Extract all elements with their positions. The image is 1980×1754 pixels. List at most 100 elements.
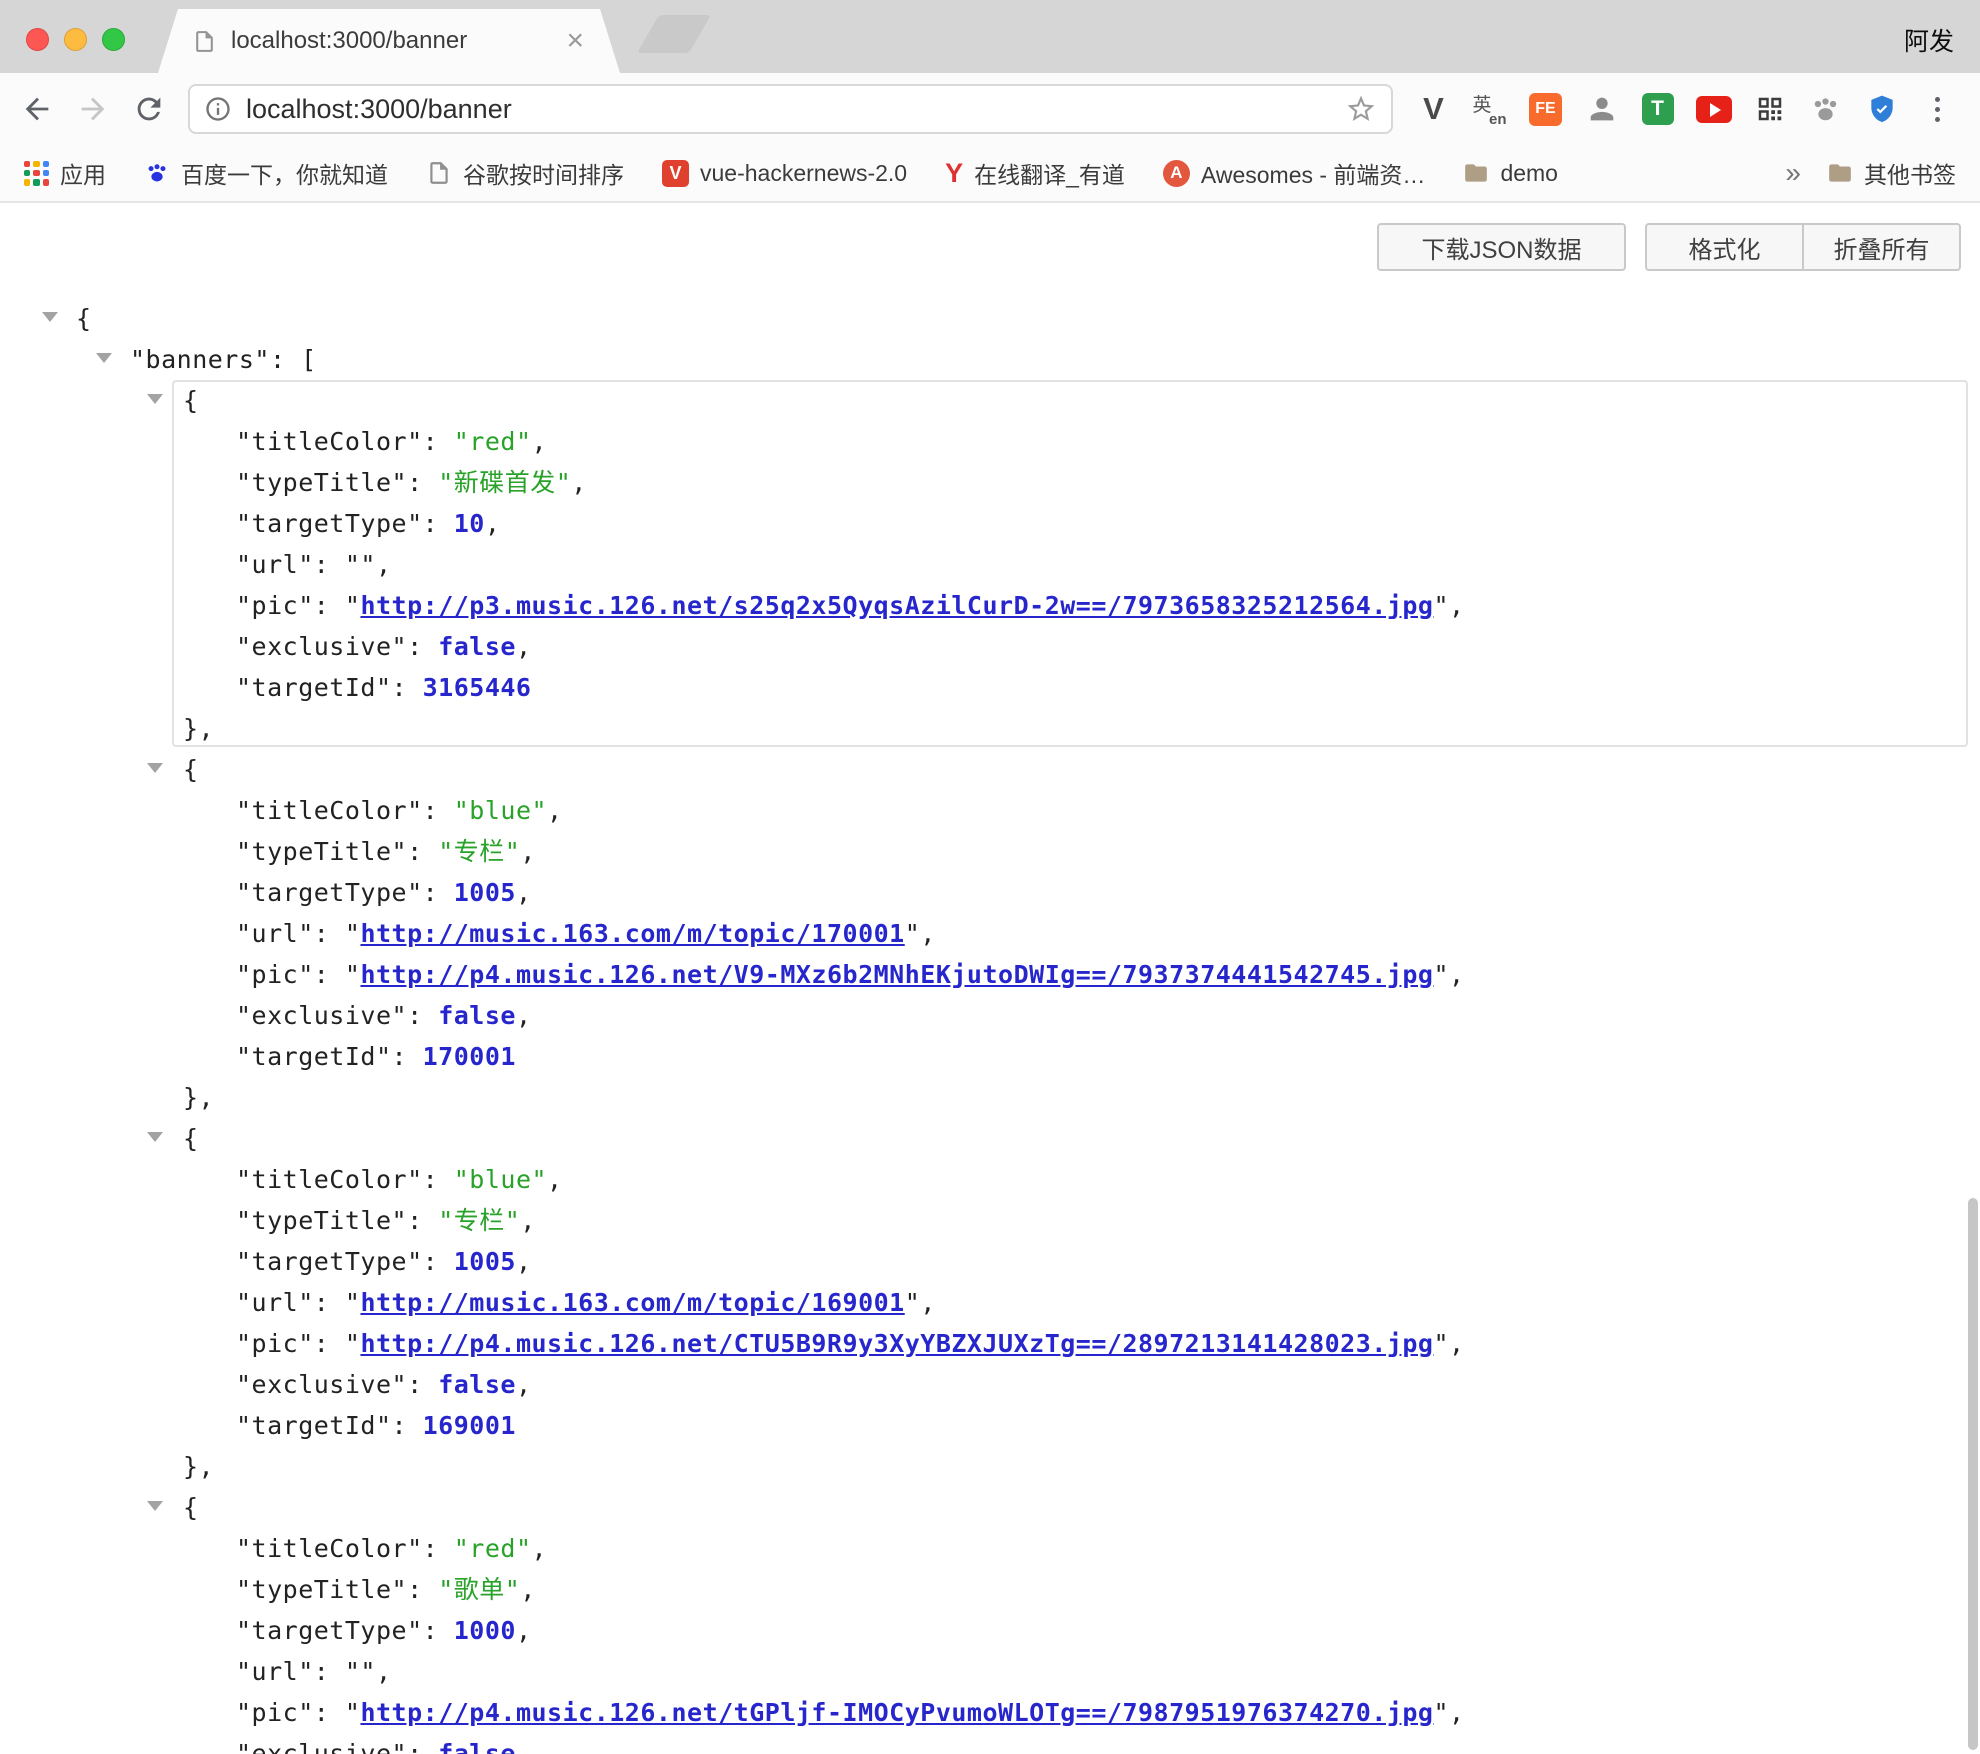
minimize-window-button[interactable]	[64, 28, 87, 51]
format-button[interactable]: 格式化	[1645, 223, 1804, 271]
json-link[interactable]: http://music.163.com/m/topic/169001	[360, 1288, 904, 1317]
bookmark-label: Awesomes - 前端资…	[1201, 156, 1426, 190]
paw-icon	[1809, 93, 1842, 126]
extension-security-shield[interactable]	[1863, 91, 1900, 128]
json-line: "url": "http://music.163.com/m/topic/170…	[0, 913, 1980, 954]
tab-close-icon[interactable]: ×	[564, 26, 586, 56]
json-link[interactable]: http://p4.music.126.net/CTU5B9R9y3XyYBZX…	[360, 1329, 1433, 1358]
url-text[interactable]: localhost:3000/banner	[246, 94, 512, 125]
bookmarks-overflow-chevron[interactable]: »	[1785, 159, 1801, 187]
json-line: "pic": "http://p4.music.126.net/tGPljf-I…	[0, 1692, 1980, 1733]
json-object: {"titleColor": "blue","typeTitle": "专栏",…	[0, 1118, 1980, 1487]
json-link[interactable]: http://p4.music.126.net/tGPljf-IMOCyPvum…	[360, 1698, 1433, 1727]
back-button[interactable]	[20, 92, 54, 126]
translate-icon: 英en	[1473, 92, 1507, 126]
person-icon	[1585, 92, 1619, 126]
extension-paw[interactable]	[1807, 91, 1844, 128]
json-link[interactable]: http://music.163.com/m/topic/170001	[360, 919, 904, 948]
json-line: {	[0, 298, 1980, 339]
address-bar[interactable]: localhost:3000/banner	[188, 84, 1393, 134]
json-line: "titleColor": "blue",	[0, 1159, 1980, 1200]
forward-arrow-icon	[76, 92, 110, 126]
youtube-icon	[1696, 96, 1732, 123]
bookmark-star-icon[interactable]	[1345, 93, 1377, 125]
json-object: {"titleColor": "red","typeTitle": "歌单","…	[0, 1487, 1980, 1754]
json-line: "typeTitle": "专栏",	[0, 831, 1980, 872]
json-line: },	[0, 1077, 1980, 1118]
collapse-caret-icon[interactable]	[147, 1501, 163, 1511]
json-toolbar: 下载JSON数据 格式化 折叠所有	[0, 203, 1980, 271]
folder-icon	[1827, 160, 1853, 186]
collapse-caret-icon[interactable]	[147, 763, 163, 773]
json-line: "pic": "http://p4.music.126.net/V9-MXz6b…	[0, 954, 1980, 995]
page-icon	[426, 160, 452, 186]
bookmark-item-vue-hackernews[interactable]: V vue-hackernews-2.0	[662, 160, 907, 187]
json-tree: {"banners": [{"titleColor": "red","typeT…	[0, 298, 1980, 1754]
new-tab-button[interactable]	[637, 15, 711, 53]
bookmark-item-google-sort[interactable]: 谷歌按时间排序	[426, 156, 624, 190]
translate-en-glyph: en	[1489, 111, 1507, 128]
zoom-window-button[interactable]	[102, 28, 125, 51]
json-line: "targetId": 3165446	[0, 667, 1980, 708]
back-arrow-icon	[20, 92, 54, 126]
other-bookmarks-folder[interactable]: 其他书签	[1827, 156, 1956, 190]
bookmark-label: 在线翻译_有道	[974, 156, 1125, 190]
bookmark-item-baidu[interactable]: 百度一下，你就知道	[144, 156, 388, 190]
json-line: "pic": "http://p4.music.126.net/CTU5B9R9…	[0, 1323, 1980, 1364]
collapse-caret-icon[interactable]	[147, 394, 163, 404]
extension-youtube[interactable]	[1695, 91, 1732, 128]
browser-menu-button[interactable]	[1919, 91, 1956, 128]
collapse-all-button[interactable]: 折叠所有	[1802, 223, 1961, 271]
extension-accounts[interactable]	[1583, 91, 1620, 128]
tab-title: localhost:3000/banner	[231, 27, 564, 55]
json-line: "banners": [	[0, 339, 1980, 380]
reload-button[interactable]	[132, 92, 166, 126]
bookmark-item-awesomes[interactable]: A Awesomes - 前端资…	[1163, 156, 1426, 190]
window-controls	[26, 28, 125, 51]
page-info-icon[interactable]	[204, 95, 232, 123]
qr-code-icon	[1755, 94, 1785, 124]
json-line: "typeTitle": "歌单",	[0, 1569, 1980, 1610]
download-json-button[interactable]: 下载JSON数据	[1377, 223, 1626, 271]
vue-icon: V	[662, 160, 689, 187]
extension-tampermonkey[interactable]: T	[1639, 91, 1676, 128]
extension-vimium[interactable]: V	[1415, 91, 1452, 128]
json-line: "exclusive": false,	[0, 626, 1980, 667]
collapse-caret-icon[interactable]	[42, 312, 58, 322]
collapse-caret-icon[interactable]	[147, 1132, 163, 1142]
extensions-area: V 英en FE T	[1415, 91, 1956, 128]
vimium-icon: V	[1423, 91, 1444, 127]
json-line: "titleColor": "red",	[0, 421, 1980, 462]
bookmark-item-youdao[interactable]: Y 在线翻译_有道	[945, 156, 1125, 190]
extension-translate[interactable]: 英en	[1471, 91, 1508, 128]
json-line: {	[0, 380, 1980, 421]
json-line: },	[0, 1446, 1980, 1487]
bookmark-item-apps[interactable]: 应用	[24, 156, 106, 190]
json-line: "url": "",	[0, 1651, 1980, 1692]
json-line: "targetType": 1000,	[0, 1610, 1980, 1651]
forward-button[interactable]	[76, 92, 110, 126]
collapse-caret-icon[interactable]	[96, 353, 112, 363]
close-window-button[interactable]	[26, 28, 49, 51]
youdao-icon: Y	[945, 160, 963, 187]
extension-fe[interactable]: FE	[1527, 91, 1564, 128]
page-icon	[192, 29, 217, 54]
bookmark-item-demo[interactable]: demo	[1463, 160, 1558, 187]
tab-strip: localhost:3000/banner × 阿发	[0, 0, 1980, 73]
bookmark-label: 百度一下，你就知道	[181, 156, 388, 190]
json-line: "targetType": 1005,	[0, 1241, 1980, 1282]
json-link[interactable]: http://p3.music.126.net/s25q2x5QyqsAzilC…	[360, 591, 1433, 620]
vertical-scrollbar[interactable]	[1968, 1198, 1978, 1750]
tampermonkey-icon: T	[1642, 93, 1674, 125]
bookmark-label: demo	[1500, 160, 1558, 187]
json-line: "titleColor": "blue",	[0, 790, 1980, 831]
json-line: "url": "http://music.163.com/m/topic/169…	[0, 1282, 1980, 1323]
json-line: "typeTitle": "新碟首发",	[0, 462, 1980, 503]
bookmark-label: 谷歌按时间排序	[463, 156, 624, 190]
json-line: "url": "",	[0, 544, 1980, 585]
kebab-menu-icon	[1935, 97, 1940, 122]
extension-qrcode[interactable]	[1751, 91, 1788, 128]
json-line: {	[0, 1487, 1980, 1528]
browser-tab[interactable]: localhost:3000/banner ×	[158, 9, 620, 73]
json-link[interactable]: http://p4.music.126.net/V9-MXz6b2MNhEKju…	[360, 960, 1433, 989]
